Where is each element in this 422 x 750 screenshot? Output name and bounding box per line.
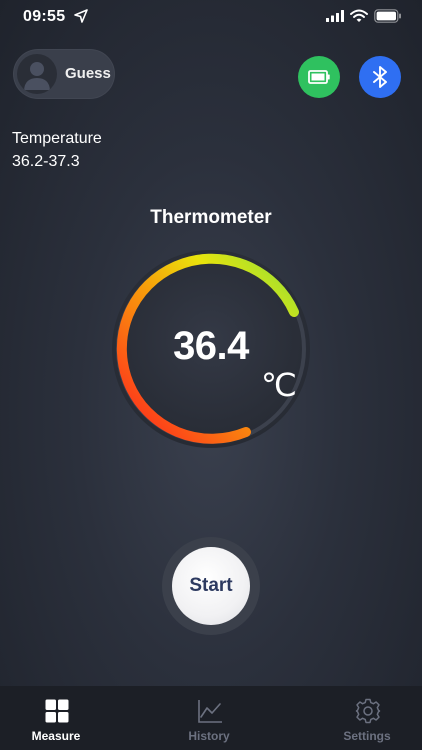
battery-icon xyxy=(308,70,330,84)
chart-line-icon xyxy=(198,700,222,723)
user-name: Guess xyxy=(65,65,111,82)
signal-icon xyxy=(326,10,344,22)
wifi-icon xyxy=(350,9,368,22)
temperature-gauge: 36.4 ℃ xyxy=(106,244,316,454)
tab-history[interactable]: History xyxy=(159,686,259,750)
start-button[interactable]: Start xyxy=(172,547,250,625)
location-arrow-icon xyxy=(74,9,88,23)
person-icon xyxy=(24,62,50,90)
tab-bar: Measure History Settings xyxy=(0,686,422,750)
temperature-unit: ℃ xyxy=(261,367,297,403)
tab-label: Measure xyxy=(31,729,81,743)
device-battery-button[interactable] xyxy=(298,56,340,98)
grid-icon xyxy=(45,699,69,723)
avatar xyxy=(17,54,57,94)
tab-settings[interactable]: Settings xyxy=(317,686,417,750)
status-time: 09:55 xyxy=(23,8,66,25)
status-bar: 09:55 xyxy=(0,0,422,34)
tab-measure[interactable]: Measure xyxy=(6,686,106,750)
gear-icon xyxy=(355,698,381,724)
tab-label: Settings xyxy=(343,729,391,743)
temperature-range: 36.2-37.3 xyxy=(12,153,80,170)
start-button-ring: Start xyxy=(162,537,260,635)
tab-label: History xyxy=(188,729,230,743)
user-selector[interactable]: Guess xyxy=(13,49,115,99)
bluetooth-icon xyxy=(373,66,387,88)
temperature-label: Temperature xyxy=(12,130,102,147)
battery-icon xyxy=(374,9,401,23)
bluetooth-button[interactable] xyxy=(359,56,401,98)
temperature-value: 36.4 xyxy=(173,324,249,368)
page-title: Thermometer xyxy=(150,207,272,228)
